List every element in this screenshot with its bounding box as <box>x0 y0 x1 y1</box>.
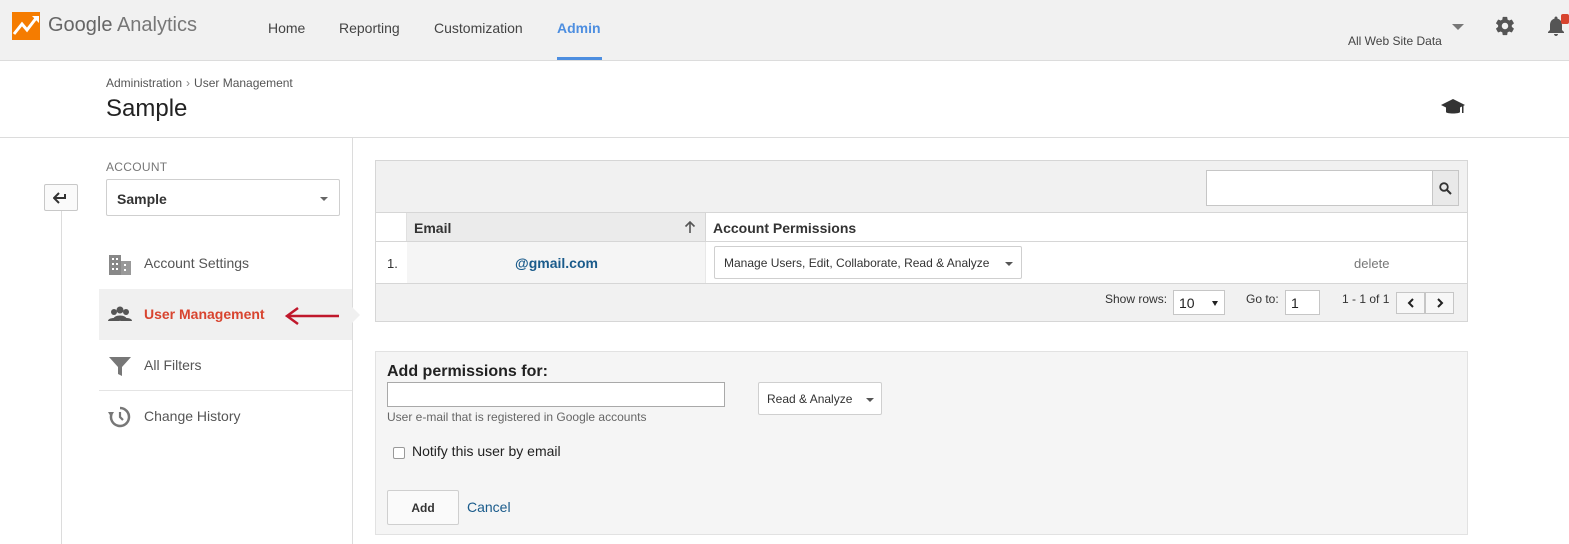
breadcrumb-administration[interactable]: Administration <box>106 76 182 90</box>
nav-admin[interactable]: Admin <box>557 0 602 60</box>
account-select-value: Sample <box>117 191 167 207</box>
sidebar-item-account-settings[interactable]: Account Settings <box>99 238 352 289</box>
nav-reporting[interactable]: Reporting <box>339 0 400 60</box>
analytics-logo-icon[interactable] <box>12 12 40 40</box>
back-rail <box>61 210 62 544</box>
users-icon <box>108 306 132 321</box>
column-permissions-label: Account Permissions <box>713 220 857 236</box>
user-email-help: User e-mail that is registered in Google… <box>387 410 647 424</box>
add-button[interactable]: Add <box>387 490 459 525</box>
history-icon <box>108 406 131 428</box>
view-picker[interactable]: All Web Site Data <box>1348 34 1442 48</box>
building-icon <box>109 255 131 275</box>
row-number: 1. <box>387 256 398 271</box>
filter-icon <box>109 357 131 376</box>
search-button[interactable] <box>1433 170 1459 206</box>
add-permissions-title: Add permissions for: <box>387 363 548 380</box>
breadcrumb: Administration › User Management <box>106 76 293 90</box>
sidebar-divider <box>352 138 353 544</box>
table-header: Email Account Permissions <box>376 212 1467 242</box>
show-rows-label: Show rows: <box>1105 292 1168 306</box>
sidebar-item-all-filters[interactable]: All Filters <box>99 340 352 391</box>
notify-checkbox[interactable] <box>393 447 405 459</box>
brand-product: Analytics <box>116 14 197 36</box>
account-select[interactable]: Sample <box>106 179 340 216</box>
breadcrumb-user-management[interactable]: User Management <box>194 76 293 90</box>
search-input[interactable] <box>1206 170 1433 206</box>
chevron-down-icon[interactable] <box>1452 24 1464 30</box>
show-rows-select[interactable]: 10 <box>1173 290 1225 315</box>
add-permissions-panel: Add permissions for: User e-mail that is… <box>375 351 1468 535</box>
sidebar-item-label: Change History <box>144 408 241 424</box>
active-pointer <box>352 307 360 323</box>
prev-page-button[interactable] <box>1396 292 1425 314</box>
permissions-select[interactable]: Manage Users, Edit, Collaborate, Read & … <box>714 246 1022 279</box>
sidebar-item-label: All Filters <box>144 357 202 373</box>
role-select-value: Read & Analyze <box>767 392 853 406</box>
chevron-down-icon <box>1005 262 1013 266</box>
brand-google: Google <box>48 14 113 36</box>
cancel-link[interactable]: Cancel <box>467 499 511 515</box>
page-range: 1 - 1 of 1 <box>1342 292 1390 306</box>
nav-customization[interactable]: Customization <box>434 0 523 60</box>
gear-icon[interactable] <box>1494 15 1516 37</box>
column-email-label: Email <box>414 220 452 236</box>
page-title: Sample <box>106 95 188 122</box>
chevron-left-icon <box>1407 298 1414 308</box>
back-arrow-icon <box>53 191 66 204</box>
brand-name[interactable]: Google Analytics <box>48 14 197 37</box>
goto-label: Go to: <box>1246 292 1279 306</box>
goto-value: 1 <box>1291 295 1299 311</box>
table-row: 1. @gmail.com Manage Users, Edit, Collab… <box>376 242 1467 284</box>
sidebar-item-label: Account Settings <box>144 255 250 271</box>
sidebar-item-change-history[interactable]: Change History <box>99 391 352 442</box>
users-table-panel: Email Account Permissions 1. @gmail.com … <box>375 160 1468 322</box>
notify-label[interactable]: Notify this user by email <box>412 443 561 459</box>
notification-bell-icon[interactable] <box>1544 14 1569 39</box>
column-number <box>376 213 407 241</box>
top-bar: Google Analytics Home Reporting Customiz… <box>0 0 1569 61</box>
sidebar-item-label: User Management <box>144 306 265 322</box>
role-select[interactable]: Read & Analyze <box>758 382 882 415</box>
nav-home[interactable]: Home <box>268 0 305 60</box>
breadcrumb-separator: › <box>186 76 191 90</box>
permissions-select-value: Manage Users, Edit, Collaborate, Read & … <box>724 256 990 270</box>
sort-ascending-icon[interactable] <box>683 220 697 234</box>
chevron-down-icon <box>1212 301 1218 306</box>
page-header: Administration › User Management Sample <box>0 61 1569 138</box>
graduation-cap-icon[interactable] <box>1440 97 1466 117</box>
row-email[interactable]: @gmail.com <box>407 255 706 271</box>
delete-link[interactable]: delete <box>1354 256 1389 271</box>
back-button[interactable] <box>44 184 78 211</box>
next-page-button[interactable] <box>1425 292 1454 314</box>
row-email-cell: @gmail.com <box>407 242 706 283</box>
goto-input[interactable]: 1 <box>1285 290 1320 315</box>
chevron-down-icon <box>866 398 874 402</box>
column-email[interactable]: Email <box>407 213 706 241</box>
chevron-right-icon <box>1436 298 1443 308</box>
account-label: ACCOUNT <box>106 160 168 174</box>
annotation-arrow-icon <box>284 306 339 326</box>
search-icon <box>1439 181 1452 195</box>
user-email-input[interactable] <box>387 382 725 407</box>
chevron-down-icon <box>320 197 328 201</box>
show-rows-value: 10 <box>1179 295 1195 311</box>
